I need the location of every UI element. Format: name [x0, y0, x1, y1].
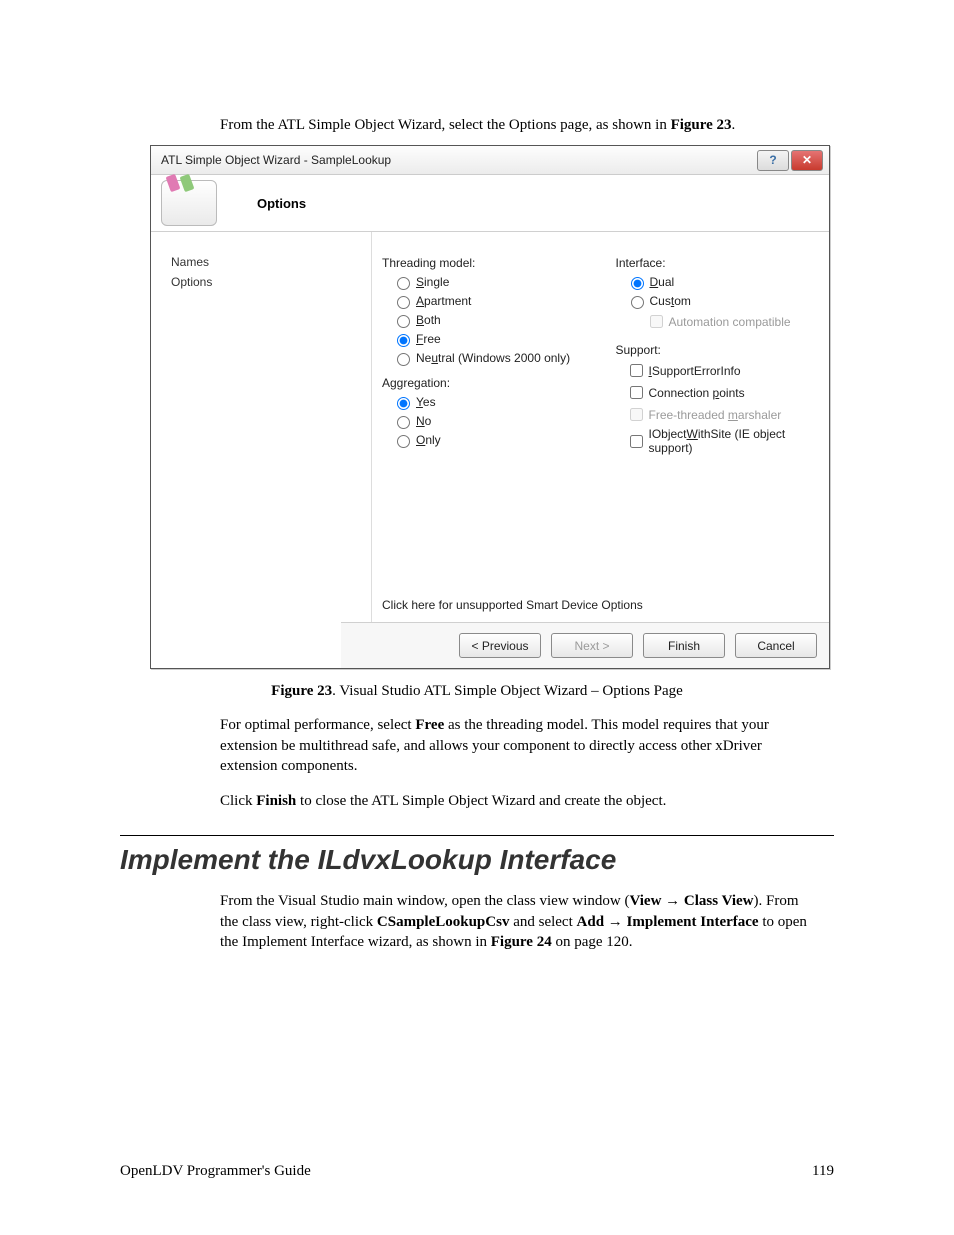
interface-custom[interactable]: Custom	[626, 293, 820, 309]
automation-compatible: Automation compatible	[646, 312, 820, 331]
footer-left: OpenLDV Programmer's Guide	[120, 1163, 311, 1180]
wizard-icon	[161, 180, 217, 226]
intro-paragraph: From the ATL Simple Object Wizard, selec…	[220, 115, 814, 135]
page-footer: OpenLDV Programmer's Guide 119	[120, 1163, 834, 1180]
intro-period: .	[732, 117, 736, 133]
threading-neutral[interactable]: Neutral (Windows 2000 only)	[392, 350, 586, 366]
implement-paragraph: From the Visual Studio main window, open…	[220, 891, 814, 952]
header-title: Options	[257, 196, 306, 211]
smart-device-link[interactable]: Click here for unsupported Smart Device …	[382, 598, 819, 612]
threading-label: Threading model:	[382, 256, 586, 270]
threading-aggregation-column: Threading model: Single Apartment Both F…	[382, 250, 586, 598]
threading-both[interactable]: Both	[392, 312, 586, 328]
interface-label: Interface:	[616, 256, 820, 270]
dialog-title: ATL Simple Object Wizard - SampleLookup	[161, 153, 755, 167]
nav-item-names[interactable]: Names	[171, 252, 361, 272]
next-button: Next >	[551, 633, 633, 658]
caption-bold: Figure 23	[271, 683, 332, 699]
support-connection-points[interactable]: Connection points	[626, 383, 820, 402]
threading-apartment[interactable]: Apartment	[392, 293, 586, 309]
interface-support-column: Interface: Dual Custom Automation compat…	[616, 250, 820, 598]
finish-button[interactable]: Finish	[643, 633, 725, 658]
finish-paragraph: Click Finish to close the ATL Simple Obj…	[220, 791, 814, 811]
titlebar: ATL Simple Object Wizard - SampleLookup …	[151, 146, 829, 175]
support-free-threaded-marshaler: Free-threaded marshaler	[626, 405, 820, 424]
aggregation-only[interactable]: Only	[392, 432, 586, 448]
section-heading: Implement the ILdvxLookup Interface	[120, 835, 834, 876]
intro-text: From the ATL Simple Object Wizard, selec…	[220, 117, 671, 133]
nav-item-options[interactable]: Options	[171, 272, 361, 292]
support-label: Support:	[616, 343, 820, 357]
dialog-nav: Names Options	[151, 232, 371, 622]
footer-page-number: 119	[812, 1163, 834, 1180]
support-isupporterrorinfo[interactable]: ISupportErrorInfo	[626, 361, 820, 380]
help-button[interactable]: ?	[757, 150, 789, 171]
support-iobjectwithsite[interactable]: IObjectWithSite (IE object support)	[626, 427, 820, 455]
close-button[interactable]: ✕	[791, 150, 823, 171]
performance-paragraph: For optimal performance, select Free as …	[220, 715, 814, 776]
caption-rest: . Visual Studio ATL Simple Object Wizard…	[332, 683, 683, 699]
threading-free[interactable]: Free	[392, 331, 586, 347]
atl-wizard-dialog: ATL Simple Object Wizard - SampleLookup …	[150, 145, 830, 669]
aggregation-yes[interactable]: Yes	[392, 394, 586, 410]
cancel-button[interactable]: Cancel	[735, 633, 817, 658]
figure-caption: Figure 23. Visual Studio ATL Simple Obje…	[120, 683, 834, 700]
aggregation-no[interactable]: No	[392, 413, 586, 429]
threading-single[interactable]: Single	[392, 274, 586, 290]
dialog-header: Options	[151, 175, 829, 232]
interface-dual[interactable]: Dual	[626, 274, 820, 290]
dialog-button-row: < Previous Next > Finish Cancel	[341, 622, 829, 668]
previous-button[interactable]: < Previous	[459, 633, 541, 658]
aggregation-label: Aggregation:	[382, 376, 586, 390]
figure-ref: Figure 23	[671, 117, 732, 133]
